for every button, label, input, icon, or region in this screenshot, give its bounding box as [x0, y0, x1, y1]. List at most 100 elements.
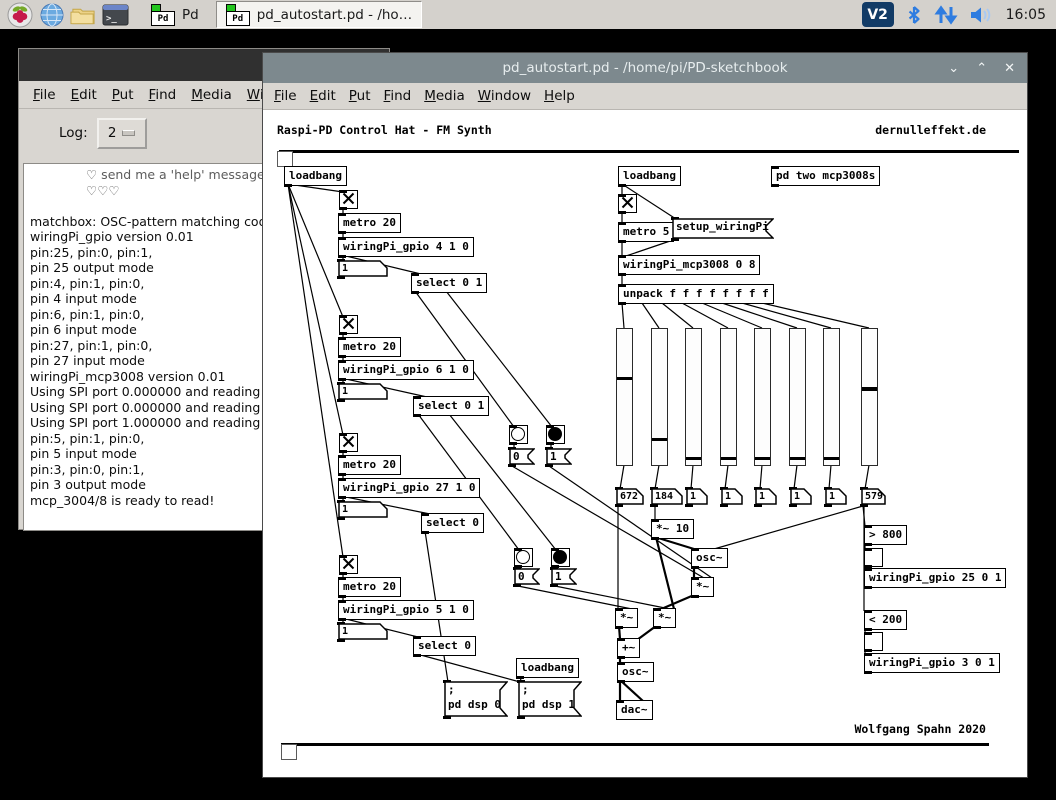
toggle-checked[interactable]	[339, 315, 358, 334]
bang-button-active[interactable]	[546, 425, 565, 444]
number-box-184[interactable]: 184	[651, 488, 683, 505]
pd-dsp-1-message[interactable]: ;pd dsp 1	[518, 681, 582, 717]
bottom-left-square[interactable]	[281, 744, 297, 760]
times-object: *~	[691, 577, 714, 597]
number-box-579[interactable]: 579	[861, 488, 886, 505]
bang-button[interactable]	[509, 425, 528, 444]
close-button[interactable]: ✕	[1004, 61, 1015, 76]
select-object: select 0 1	[411, 273, 487, 293]
log-label: Log:	[59, 125, 88, 141]
web-browser-icon[interactable]	[38, 2, 65, 28]
vslider[interactable]	[685, 328, 702, 466]
select-object: select 0 1	[413, 396, 489, 416]
file-manager-icon[interactable]	[70, 2, 97, 28]
toggle-checked[interactable]	[339, 555, 358, 574]
window-title-bar[interactable]: pd_autostart.pd - /home/pi/PD-sketchbook…	[263, 53, 1027, 83]
menu-put[interactable]: Put	[112, 87, 134, 103]
message-1[interactable]: 1	[551, 568, 577, 585]
toggle-checked[interactable]	[339, 433, 358, 452]
dropdown-indicator-icon	[122, 130, 135, 136]
vslider[interactable]	[754, 328, 771, 466]
unpack-object: unpack f f f f f f f f	[618, 284, 774, 304]
wiringpi-gpio-object: wiringPi_gpio 3 0 1	[864, 653, 1000, 673]
menu-media[interactable]: Media	[424, 88, 465, 104]
vnc-icon[interactable]: V2	[862, 2, 894, 27]
taskbar-item-pd-autostart[interactable]: Pd pd_autostart.pd - /ho…	[216, 1, 422, 28]
setup-wiringpi-message[interactable]: setup_wiringPi	[672, 218, 774, 239]
menu-edit[interactable]: Edit	[310, 88, 336, 104]
menu-media[interactable]: Media	[191, 87, 232, 103]
times-object: *~	[615, 608, 638, 628]
terminal-icon[interactable]: >_	[102, 2, 129, 28]
metro-object: metro 20	[338, 337, 401, 357]
vslider[interactable]	[861, 328, 878, 466]
toggle-checked[interactable]	[618, 194, 637, 213]
osc-object: osc~	[691, 548, 728, 568]
wiringpi-mcp3008-object: wiringPi_mcp3008 0 8	[618, 255, 760, 275]
menu-find[interactable]: Find	[384, 88, 412, 104]
pd-window-icon: Pd	[226, 8, 250, 25]
menu-window[interactable]: Window	[478, 88, 531, 104]
vslider[interactable]	[789, 328, 806, 466]
message-0[interactable]: 0	[509, 448, 535, 465]
menu-edit[interactable]: Edit	[71, 87, 97, 103]
vslider[interactable]	[651, 328, 668, 466]
select-object: select 0	[421, 513, 484, 533]
bluetooth-icon[interactable]	[905, 5, 923, 25]
taskbar-item-pd[interactable]: Pd Pd	[142, 2, 208, 27]
log-level-dropdown[interactable]: 2	[97, 118, 147, 149]
vslider[interactable]	[616, 328, 633, 466]
metro-object: metro 20	[338, 577, 401, 597]
number-box[interactable]: 1	[338, 623, 388, 640]
menu-put[interactable]: Put	[349, 88, 371, 104]
osc-object: osc~	[617, 662, 654, 682]
bottom-rule	[281, 743, 989, 746]
vslider[interactable]	[823, 328, 840, 466]
credit-comment: Wolfgang Spahn 2020	[854, 722, 986, 736]
pd-patch-window: pd_autostart.pd - /home/pi/PD-sketchbook…	[262, 52, 1028, 778]
number-box[interactable]: 1	[686, 488, 708, 505]
toggle-unchecked[interactable]	[864, 632, 883, 651]
menu-find[interactable]: Find	[149, 87, 177, 103]
volume-icon[interactable]	[969, 5, 993, 25]
message-0[interactable]: 0	[514, 568, 540, 585]
svg-text:>_: >_	[106, 14, 117, 24]
bang-button-active[interactable]	[551, 548, 570, 567]
toggle-checked[interactable]	[339, 190, 358, 209]
number-box-672[interactable]: 672	[616, 488, 644, 505]
wiringpi-gpio-object: wiringPi_gpio 5 1 0	[338, 600, 474, 620]
number-box[interactable]: 1	[338, 383, 388, 400]
vslider[interactable]	[720, 328, 737, 466]
network-arrows-icon[interactable]	[934, 5, 958, 25]
system-tray: V2 16:05	[862, 2, 1050, 27]
loadbang-object: loadbang	[618, 166, 681, 186]
log-level-value: 2	[108, 125, 117, 141]
loadbang-object: loadbang	[516, 658, 579, 678]
greater-than-object: > 800	[864, 525, 907, 545]
minimize-button[interactable]: ⌄	[948, 61, 959, 76]
clock: 16:05	[1006, 7, 1046, 23]
number-box[interactable]: 1	[721, 488, 743, 505]
number-box[interactable]: 1	[825, 488, 847, 505]
bang-button[interactable]	[514, 548, 533, 567]
raspberry-menu-icon[interactable]	[6, 2, 33, 28]
number-box[interactable]: 1	[338, 260, 388, 277]
menu-help[interactable]: Help	[544, 88, 575, 104]
number-box[interactable]: 1	[790, 488, 812, 505]
message-1[interactable]: 1	[546, 448, 572, 465]
toggle-unchecked[interactable]	[864, 548, 883, 567]
number-box[interactable]: 1	[338, 501, 388, 518]
top-left-square[interactable]	[277, 151, 293, 167]
number-box[interactable]: 1	[755, 488, 777, 505]
menu-file[interactable]: File	[274, 88, 297, 104]
subpatch-two-mcp3008s[interactable]: pd two mcp3008s	[771, 166, 880, 186]
taskbar-item-label: pd_autostart.pd - /ho…	[257, 7, 412, 23]
less-than-object: < 200	[864, 610, 907, 630]
maximize-button[interactable]: ⌃	[976, 61, 987, 76]
menu-file[interactable]: File	[33, 87, 56, 103]
times10-object: *~ 10	[651, 519, 694, 539]
pd-dsp-0-message[interactable]: ;pd dsp 0	[444, 681, 508, 717]
wiringpi-gpio-object: wiringPi_gpio 25 0 1	[864, 568, 1006, 588]
patch-canvas[interactable]: Raspi-PD Control Hat - FM Synth dernulle…	[263, 110, 1027, 777]
plus-object: +~	[617, 638, 640, 658]
